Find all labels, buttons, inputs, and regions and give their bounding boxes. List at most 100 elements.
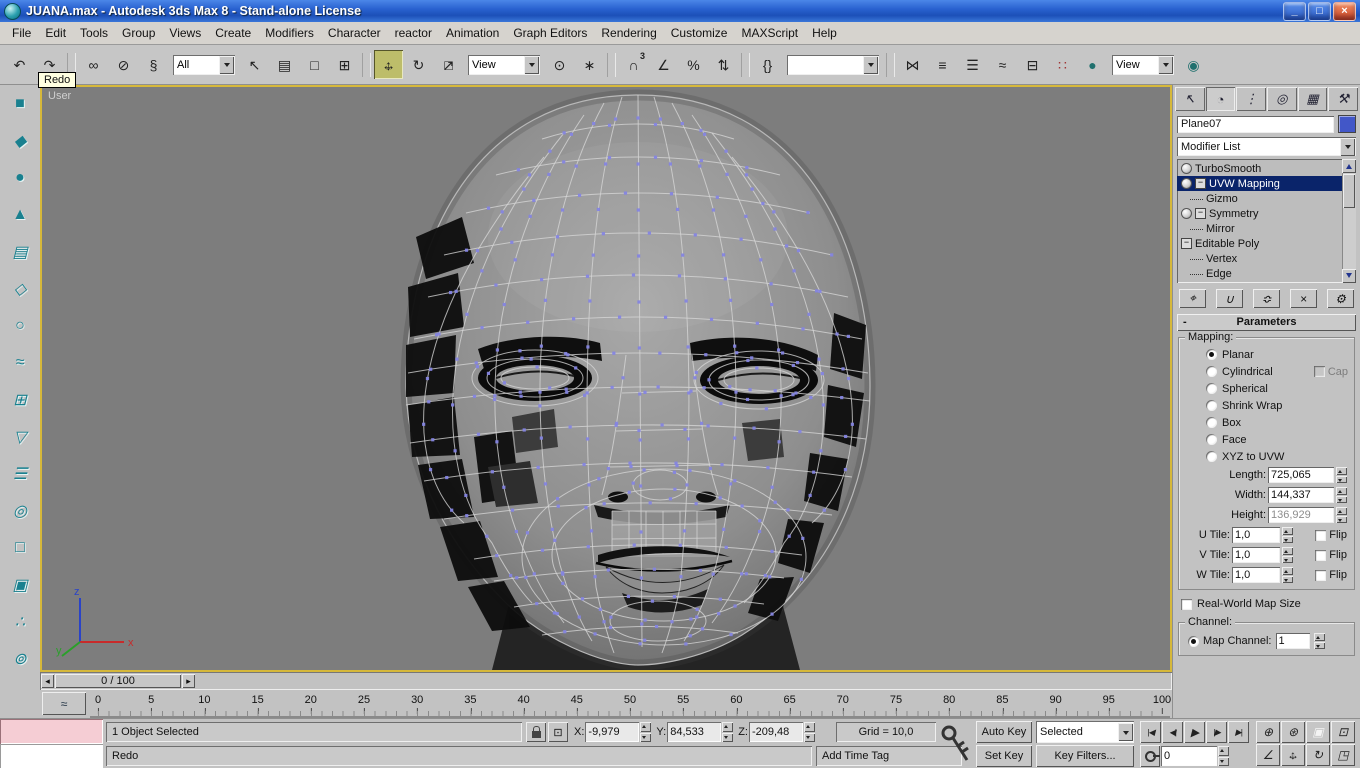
object-color-swatch[interactable] — [1338, 115, 1356, 133]
select-and-move-button[interactable]: ↔ ↕ — [374, 50, 403, 79]
time-slider-handle[interactable]: 0 / 100 — [55, 674, 181, 688]
menu-item-animation[interactable]: Animation — [439, 23, 506, 43]
stack-item-uvw-mapping[interactable]: − UVW Mapping — [1177, 176, 1342, 191]
coord-spinner-y[interactable] — [722, 722, 734, 742]
cap-checkbox[interactable]: Cap — [1313, 366, 1348, 378]
maxscript-mini-listener-macro-pane[interactable] — [0, 719, 103, 744]
edit-named-selection-sets-button[interactable]: {} — [753, 50, 782, 79]
key-mode-dropdown[interactable]: Selected — [1036, 721, 1134, 743]
zoom-region-button[interactable]: ⊡ — [1331, 721, 1355, 743]
viewport-user[interactable]: User z x y — [40, 85, 1172, 672]
stack-scrollbar[interactable] — [1342, 159, 1356, 283]
named-selection-sets-dropdown-arrow[interactable] — [863, 55, 878, 74]
stack-scroll-thumb[interactable] — [1343, 174, 1355, 208]
coord-spinner-z[interactable] — [803, 722, 815, 742]
field-of-view-button[interactable]: ∠ — [1256, 744, 1280, 766]
radio-shrink-wrap[interactable] — [1206, 400, 1217, 411]
angle-snap-toggle-button[interactable]: ∠ — [649, 50, 678, 79]
mapping-option-shrink-wrap[interactable]: Shrink Wrap — [1182, 397, 1351, 414]
stack-item-mirror[interactable]: Mirror — [1177, 221, 1342, 236]
remove-modifier-button[interactable]: × — [1290, 289, 1317, 308]
tab-modify[interactable]: ◔ — [1205, 87, 1236, 111]
object-name-field[interactable]: Plane07 — [1177, 115, 1334, 133]
reactor-tool-10-button[interactable]: ▽ — [5, 423, 35, 451]
radio-cylindrical[interactable] — [1206, 366, 1217, 377]
menu-item-help[interactable]: Help — [805, 23, 844, 43]
stack-item-gizmo[interactable]: Gizmo — [1177, 191, 1342, 206]
menu-item-maxscript[interactable]: MAXScript — [734, 23, 805, 43]
pin-stack-button[interactable]: ⌖ — [1179, 289, 1206, 308]
coord-field-z[interactable]: -209,48 — [748, 722, 803, 742]
tab-utilities[interactable]: ⚒ — [1328, 87, 1359, 111]
menu-item-tools[interactable]: Tools — [73, 23, 115, 43]
current-frame-field[interactable]: 0 — [1161, 746, 1217, 766]
close-button[interactable]: × — [1333, 1, 1356, 21]
menu-item-views[interactable]: Views — [162, 23, 208, 43]
modifier-bulb-icon[interactable] — [1181, 163, 1192, 174]
align-button[interactable]: ≡ — [928, 50, 957, 79]
viewport-label[interactable]: User — [48, 90, 71, 102]
stack-item-turbosmooth[interactable]: TurboSmooth — [1177, 161, 1342, 176]
auto-key-button[interactable]: Auto Key — [976, 721, 1032, 743]
next-frame-button[interactable]: |▶ — [1206, 721, 1227, 743]
schematic-view-button[interactable]: ⊟ — [1018, 50, 1047, 79]
expand-box-icon[interactable]: − — [1195, 208, 1206, 219]
spinner-w-tile[interactable] — [1282, 567, 1293, 583]
stack-scroll-down-button[interactable] — [1342, 269, 1356, 283]
set-key-icon-button[interactable] — [940, 722, 972, 766]
field-length[interactable]: 725,065 — [1268, 467, 1334, 483]
menu-item-edit[interactable]: Edit — [38, 23, 73, 43]
selection-filter-dropdown-arrow[interactable] — [219, 55, 234, 74]
field-height[interactable]: 136,929 — [1268, 507, 1334, 523]
reference-coordinate-system-dropdown-arrow[interactable] — [524, 55, 539, 74]
menu-item-group[interactable]: Group — [115, 23, 162, 43]
track-bar[interactable]: 0 5 10 15 20 25 30 35 40 45 50 55 60 65 70 75 80 85 90 95 10… — [90, 690, 1171, 718]
menu-item-rendering[interactable]: Rendering — [594, 23, 663, 43]
go-to-start-button[interactable]: |◀ — [1140, 721, 1161, 743]
stack-item-edge[interactable]: Edge — [1177, 266, 1342, 281]
render-type-dropdown-arrow[interactable] — [1158, 55, 1173, 74]
field-w-tile[interactable]: 1,0 — [1232, 567, 1280, 583]
coord-field-y[interactable]: 84,533 — [667, 722, 722, 742]
field-u-tile[interactable]: 1,0 — [1232, 527, 1280, 543]
reactor-tool-3-button[interactable]: ● — [5, 164, 35, 192]
radio-xyz-to-uvw[interactable] — [1206, 451, 1217, 462]
curve-editor-button[interactable]: ≈ — [988, 50, 1017, 79]
field-v-tile[interactable]: 1,0 — [1232, 547, 1280, 563]
time-slider-next-button[interactable]: ▸ — [182, 674, 195, 688]
bind-to-space-warp-button[interactable]: § — [139, 50, 168, 79]
use-pivot-point-center-button[interactable]: ⊙ — [545, 50, 574, 79]
map-channel-spinner[interactable] — [1313, 633, 1325, 649]
menu-item-customize[interactable]: Customize — [664, 23, 735, 43]
maximize-button[interactable]: □ — [1308, 1, 1331, 21]
go-to-end-button[interactable]: ▶| — [1228, 721, 1249, 743]
unlink-selection-button[interactable]: ⊘ — [109, 50, 138, 79]
flip-checkbox-u-tile[interactable]: Flip — [1315, 529, 1351, 541]
reactor-tool-12-button[interactable]: ◎ — [5, 497, 35, 525]
reactor-tool-15-button[interactable]: ∴ — [5, 608, 35, 636]
reactor-tool-8-button[interactable]: ≈ — [5, 349, 35, 377]
percent-snap-toggle-button[interactable]: % — [679, 50, 708, 79]
material-editor-button[interactable]: ∷ — [1048, 50, 1077, 79]
window-crossing-toggle-button[interactable]: ⊞ — [330, 50, 359, 79]
select-by-name-button[interactable]: ▤ — [270, 50, 299, 79]
time-slider-prev-button[interactable]: ◂ — [41, 674, 54, 688]
menu-item-create[interactable]: Create — [208, 23, 258, 43]
reactor-tool-9-button[interactable]: ⊞ — [5, 386, 35, 414]
render-type-dropdown[interactable]: View — [1112, 54, 1174, 75]
spinner-height[interactable] — [1336, 507, 1347, 523]
flip-checkbox-v-tile[interactable]: Flip — [1315, 549, 1351, 561]
stack-item-symmetry[interactable]: − Symmetry — [1177, 206, 1342, 221]
stack-item-editable-poly[interactable]: − Editable Poly — [1177, 236, 1342, 251]
min-max-toggle-button[interactable]: ◳ — [1331, 744, 1355, 766]
menu-item-graph-editors[interactable]: Graph Editors — [506, 23, 594, 43]
key-filters-button[interactable]: Key Filters... — [1036, 745, 1134, 767]
modifier-bulb-icon[interactable] — [1181, 208, 1192, 219]
select-and-uniform-scale-button[interactable]: □ ↗ — [434, 50, 463, 79]
current-frame-spinner[interactable] — [1218, 746, 1229, 766]
reference-coordinate-system-dropdown[interactable]: View — [468, 54, 540, 75]
maxscript-mini-listener-pane[interactable] — [0, 744, 103, 768]
modifier-list-dropdown[interactable]: Modifier List — [1177, 137, 1356, 156]
make-unique-button[interactable]: ≎ — [1253, 289, 1280, 308]
spinner-width[interactable] — [1336, 487, 1347, 503]
